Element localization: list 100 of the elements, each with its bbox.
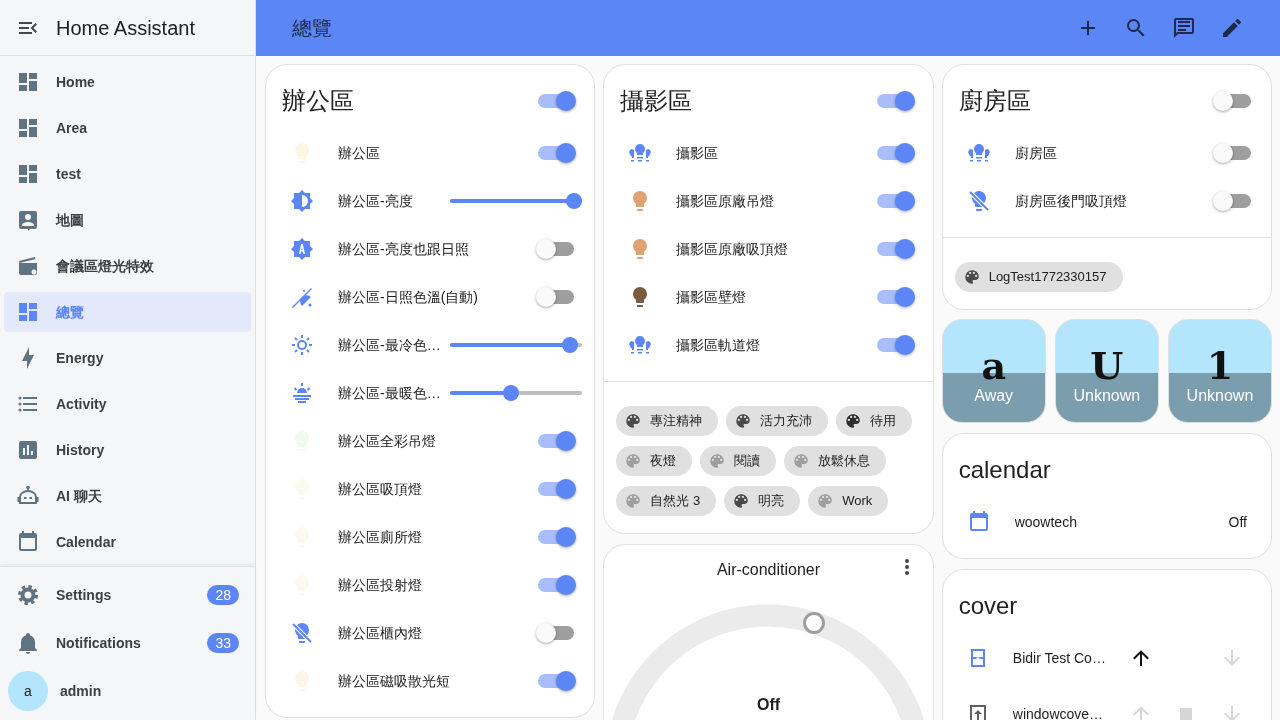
- scene-chip[interactable]: LogTest1772330157: [954, 262, 1123, 292]
- toggle-switch[interactable]: [538, 290, 575, 304]
- scene-chip[interactable]: 閱讀: [700, 446, 777, 476]
- toggle-switch[interactable]: [876, 338, 913, 352]
- entity-name: 辦公區櫃內燈: [338, 623, 423, 643]
- toggle-switch[interactable]: [538, 434, 575, 448]
- user-item[interactable]: a admin: [4, 671, 251, 711]
- sidebar-item[interactable]: History: [4, 430, 251, 470]
- scene-chip[interactable]: 明亮: [724, 486, 801, 516]
- entity-name: 辦公區投射燈: [338, 575, 423, 595]
- entity-name: 辦公區廁所燈: [338, 527, 423, 547]
- toggle-switch[interactable]: [1215, 194, 1251, 208]
- sidebar-item[interactable]: 會議區燈光特效: [4, 246, 251, 286]
- tile-state: Away: [973, 386, 1015, 406]
- sidebar-item[interactable]: Home: [4, 62, 251, 102]
- entity-state: Off: [1228, 512, 1247, 532]
- slider[interactable]: [450, 385, 583, 401]
- pencil-icon: [1220, 16, 1244, 40]
- sidebar-item-icon: [16, 208, 40, 232]
- sidebar-item-icon: [16, 162, 40, 186]
- count-badge: 28: [207, 585, 239, 605]
- slider[interactable]: [450, 337, 583, 353]
- scene-chip[interactable]: 夜燈: [616, 446, 693, 476]
- entity-name: Bidir Test Co…: [1012, 648, 1107, 668]
- entity-name: 攝影區: [676, 143, 720, 163]
- slider-thumb[interactable]: [561, 337, 578, 353]
- toggle-switch[interactable]: [538, 146, 575, 160]
- entity-name: 廚房區: [1014, 143, 1058, 163]
- toggle-switch[interactable]: [876, 242, 913, 256]
- sidebar-item-icon: [16, 300, 40, 324]
- sidebar-item[interactable]: Activity: [4, 384, 251, 424]
- page-title: 總覽: [292, 16, 333, 41]
- sidebar-item[interactable]: Notifications 33: [4, 623, 251, 663]
- entity-name: 攝影區軌道燈: [676, 335, 762, 355]
- card-title: 辦公區: [282, 86, 355, 116]
- sidebar-item[interactable]: Settings 28: [4, 575, 251, 615]
- toggle-switch[interactable]: [538, 482, 575, 496]
- scene-chip[interactable]: 活力充沛: [726, 406, 829, 436]
- settings-icon: [16, 583, 40, 607]
- sidebar-item-icon: [16, 438, 40, 462]
- sidebar-item[interactable]: Energy: [4, 338, 251, 378]
- entity-name: woowtech: [1014, 512, 1078, 532]
- sidebar-item[interactable]: Area: [4, 108, 251, 148]
- sidebar-item[interactable]: Calendar: [4, 522, 251, 562]
- entity-name: 攝影區原廠吸頂燈: [676, 239, 790, 259]
- badge-tile[interactable]: U Unknown: [1054, 319, 1159, 423]
- badge-tile[interactable]: 1 Unknown: [1167, 319, 1272, 423]
- card-title: Air-conditioner: [716, 560, 821, 580]
- tile-state: Unknown: [1185, 386, 1255, 406]
- sidebar-item[interactable]: AI 聊天: [4, 476, 251, 516]
- entity-name: 辦公區-日照色溫(自動): [338, 287, 479, 307]
- toggle-switch[interactable]: [538, 626, 575, 640]
- toggle-switch[interactable]: [876, 94, 913, 108]
- scene-chip[interactable]: 專注精神: [616, 406, 719, 436]
- entity-name: 攝影區原廠吊燈: [676, 191, 776, 211]
- toggle-switch[interactable]: [538, 94, 575, 108]
- entity-name: 辦公區全彩吊燈: [338, 431, 437, 451]
- entity-name: 廚房區後門吸頂燈: [1014, 191, 1128, 211]
- sidebar-item[interactable]: 地圖: [4, 200, 251, 240]
- entity-name: 辦公區-最冷色…: [338, 335, 442, 355]
- entity-name: 辦公區: [338, 143, 381, 163]
- card-title: 廚房區: [958, 86, 1032, 116]
- card-title: 攝影區: [620, 86, 694, 116]
- toggle-switch[interactable]: [876, 194, 913, 208]
- sidebar-item-icon: [16, 116, 40, 140]
- sidebar-item-icon: [16, 254, 40, 278]
- entity-name: 辦公區吸頂燈: [338, 479, 423, 499]
- tile-glyph: 1: [1205, 346, 1235, 386]
- toggle-switch[interactable]: [538, 674, 575, 688]
- count-badge: 33: [207, 633, 239, 653]
- toggle-switch[interactable]: [1215, 146, 1251, 160]
- tile-glyph: a: [980, 346, 1007, 386]
- entity-name: 辦公區-亮度: [338, 191, 414, 211]
- bell-icon: [16, 631, 40, 655]
- tile-state: Unknown: [1072, 386, 1142, 406]
- slider-thumb[interactable]: [566, 193, 583, 209]
- toggle-switch[interactable]: [538, 242, 575, 256]
- entity-name: 辦公區-最暖色…: [338, 383, 442, 403]
- slider-thumb[interactable]: [502, 385, 519, 401]
- badge-tile[interactable]: a Away: [941, 319, 1046, 423]
- scene-chip[interactable]: Work: [808, 486, 889, 516]
- toggle-switch[interactable]: [876, 290, 913, 304]
- scene-chip[interactable]: 放鬆休息: [784, 446, 887, 476]
- sidebar-item-icon: [16, 530, 40, 554]
- card-title: cover: [958, 591, 1018, 621]
- user-name: admin: [60, 681, 102, 701]
- toggle-switch[interactable]: [1215, 94, 1251, 108]
- thermostat-state: Off: [755, 695, 782, 715]
- toggle-switch[interactable]: [538, 530, 575, 544]
- slider[interactable]: [450, 193, 583, 209]
- more-icon: [904, 559, 909, 575]
- scene-chip[interactable]: 自然光 3: [616, 486, 717, 516]
- entity-name: 辦公區-亮度也跟日照: [338, 239, 470, 259]
- entity-name: 辦公區磁吸散光短: [338, 671, 451, 691]
- scene-chip[interactable]: 待用: [836, 406, 913, 436]
- toggle-switch[interactable]: [876, 146, 913, 160]
- sidebar-item[interactable]: test: [4, 154, 251, 194]
- toggle-switch[interactable]: [538, 578, 575, 592]
- sidebar-item-icon: [16, 70, 40, 94]
- user-avatar: a: [8, 671, 48, 711]
